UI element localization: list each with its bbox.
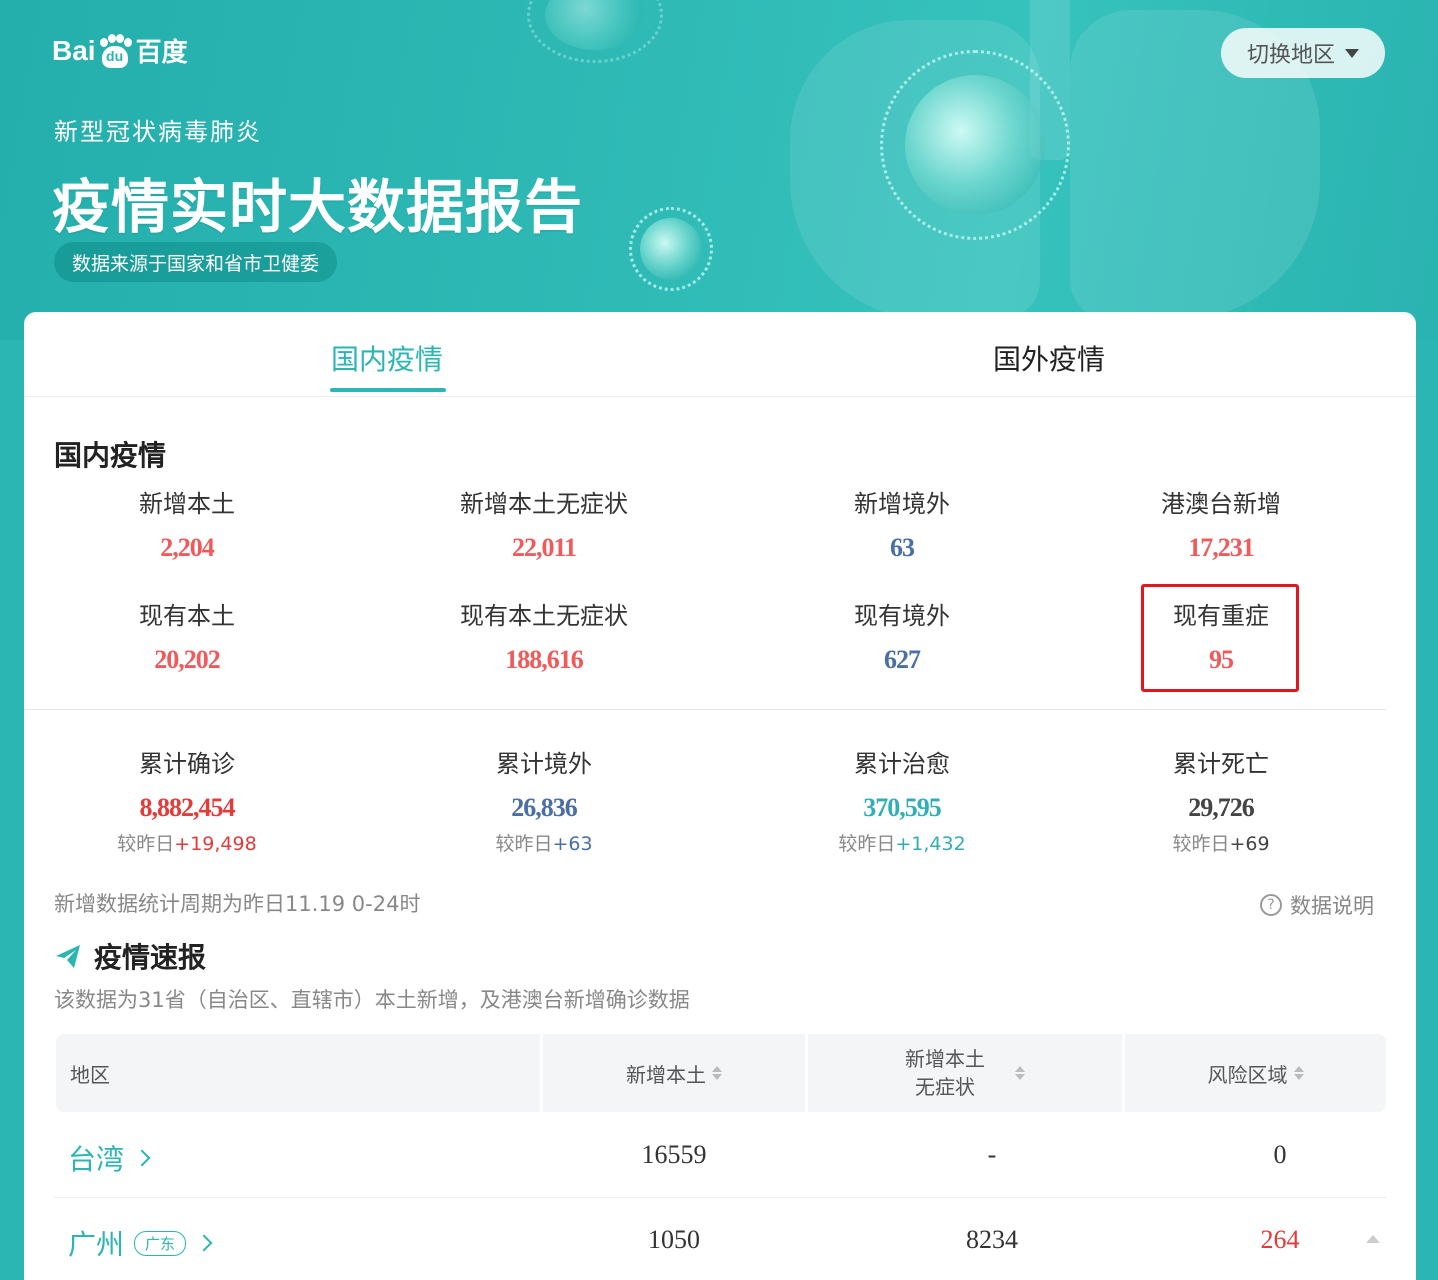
stat-label: 现有本土 bbox=[139, 602, 235, 630]
stat-new-local-asymptomatic: 新增本土无症状 22,011 bbox=[404, 484, 684, 563]
stat-value: 26,836 bbox=[511, 793, 578, 822]
virus-illustration bbox=[628, 206, 714, 292]
table-row[interactable]: 广州 广东 1050 8234 264 bbox=[54, 1199, 1386, 1280]
switch-region-label: 切换地区 bbox=[1246, 43, 1335, 68]
stat-label: 现有本土无症状 bbox=[460, 602, 628, 630]
chevron-right-icon bbox=[195, 1234, 213, 1252]
table-header: 地区 新增本土 新增本土 无症状 风险区域 bbox=[56, 1034, 1386, 1112]
stat-new-imported: 新增境外 63 bbox=[762, 484, 1042, 563]
col-header-new-local[interactable]: 新增本土 bbox=[543, 1034, 805, 1112]
cell-new-asymptomatic: - bbox=[987, 1140, 997, 1169]
question-icon: ? bbox=[1260, 894, 1282, 916]
chevron-right-icon bbox=[133, 1149, 151, 1167]
divider bbox=[24, 709, 1386, 710]
collapse-icon[interactable] bbox=[1366, 1235, 1380, 1243]
stat-label: 新增本土 bbox=[139, 490, 235, 518]
stat-value: 63 bbox=[890, 533, 915, 562]
data-explain-label: 数据说明 bbox=[1290, 894, 1374, 918]
news-title-label: 疫情速报 bbox=[94, 941, 207, 974]
cell-risk: 264 bbox=[1260, 1225, 1300, 1254]
sort-icon bbox=[1015, 1066, 1025, 1080]
stat-current-local: 现有本土 20,202 bbox=[47, 596, 327, 675]
stat-current-local-asymptomatic: 现有本土无症状 188,616 bbox=[404, 596, 684, 675]
region-link[interactable]: 广州 广东 bbox=[68, 1223, 213, 1263]
tab-domestic[interactable]: 国内疫情 bbox=[331, 338, 443, 378]
stat-value: 627 bbox=[884, 645, 921, 674]
paper-plane-icon bbox=[56, 945, 80, 968]
stat-total-confirmed: 累计确诊 8,882,454 较昨日+19,498 bbox=[47, 744, 327, 856]
sort-icon bbox=[1293, 1066, 1304, 1080]
page-subtitle: 新型冠状病毒肺炎 bbox=[54, 118, 262, 146]
news-description: 该数据为31省（自治区、直辖市）本土新增，及港澳台新增确诊数据 bbox=[54, 988, 690, 1012]
paw-icon: du bbox=[98, 33, 132, 68]
stat-new-local: 新增本土 2,204 bbox=[47, 484, 327, 563]
caret-down-icon bbox=[1345, 48, 1359, 58]
stat-delta: 较昨日+69 bbox=[1172, 833, 1270, 855]
baidu-logo[interactable]: Bai du 百度 bbox=[52, 32, 188, 69]
cell-risk: 0 bbox=[1273, 1140, 1287, 1169]
stat-value: 29,726 bbox=[1188, 793, 1255, 822]
province-tag: 广东 bbox=[134, 1230, 187, 1256]
cell-new-local: 16559 bbox=[641, 1140, 707, 1169]
sort-icon bbox=[712, 1066, 722, 1080]
tab-foreign[interactable]: 国外疫情 bbox=[993, 338, 1105, 378]
cell-new-local: 1050 bbox=[648, 1225, 700, 1254]
stat-value: 2,204 bbox=[160, 533, 215, 562]
virus-illustration bbox=[527, 0, 663, 63]
news-section-title: 疫情速报 bbox=[54, 936, 206, 976]
active-tab-indicator bbox=[330, 388, 446, 392]
stat-label: 新增境外 bbox=[854, 490, 950, 518]
stat-value: 188,616 bbox=[505, 645, 584, 674]
stat-new-hmt: 港澳台新增 17,231 bbox=[1081, 484, 1361, 563]
region-name: 广州 bbox=[68, 1228, 125, 1261]
hero-banner: Bai du 百度 切换地区 新型冠状病毒肺炎 疫情实时大数据报告 数据来源于国… bbox=[0, 0, 1438, 340]
stat-label: 累计死亡 bbox=[1173, 750, 1269, 778]
tab-bar: 国内疫情 国外疫情 bbox=[24, 312, 1416, 397]
switch-region-button[interactable]: 切换地区 bbox=[1221, 28, 1385, 78]
table-row[interactable]: 台湾 16559 - 0 bbox=[54, 1114, 1386, 1198]
stat-label: 港澳台新增 bbox=[1161, 490, 1281, 518]
highlight-box bbox=[1141, 584, 1299, 692]
stat-period-note: 新增数据统计周期为昨日11.19 0-24时 bbox=[54, 892, 421, 916]
stat-label: 现有境外 bbox=[854, 602, 950, 630]
virus-illustration bbox=[879, 49, 1071, 241]
region-name: 台湾 bbox=[68, 1143, 125, 1176]
section-title: 国内疫情 bbox=[54, 439, 167, 472]
stat-delta: 较昨日+1,432 bbox=[838, 833, 966, 855]
col-header-risk[interactable]: 风险区域 bbox=[1125, 1034, 1386, 1112]
stat-current-imported: 现有境外 627 bbox=[762, 596, 1042, 675]
stat-label: 累计境外 bbox=[496, 750, 592, 778]
stat-label: 累计确诊 bbox=[139, 750, 235, 778]
stat-total-cured: 累计治愈 370,595 较昨日+1,432 bbox=[762, 744, 1042, 856]
cell-new-asymptomatic: 8234 bbox=[966, 1225, 1018, 1254]
stat-value: 20,202 bbox=[154, 645, 221, 674]
region-link[interactable]: 台湾 bbox=[68, 1138, 151, 1178]
stat-value: 8,882,454 bbox=[139, 793, 236, 822]
stat-total-imported: 累计境外 26,836 较昨日+63 bbox=[404, 744, 684, 856]
stat-label: 累计治愈 bbox=[854, 750, 950, 778]
stat-value: 370,595 bbox=[863, 793, 942, 822]
data-explain-link[interactable]: ? 数据说明 bbox=[1260, 890, 1374, 920]
stat-value: 17,231 bbox=[1188, 533, 1255, 562]
logo-du: du bbox=[106, 47, 124, 64]
stat-label: 新增本土无症状 bbox=[460, 490, 628, 518]
col-header-area: 地区 bbox=[56, 1034, 540, 1112]
stat-value: 22,011 bbox=[511, 533, 577, 562]
stat-total-deaths: 累计死亡 29,726 较昨日+69 bbox=[1081, 744, 1361, 856]
logo-cn: 百度 bbox=[135, 38, 188, 68]
main-card: 国内疫情 国外疫情 国内疫情 新增本土 2,204 新增本土无症状 22,011… bbox=[24, 312, 1416, 1280]
stat-delta: 较昨日+19,498 bbox=[117, 833, 257, 855]
data-source-badge: 数据来源于国家和省市卫健委 bbox=[54, 242, 338, 282]
logo-text: Bai bbox=[52, 34, 96, 66]
col-header-new-asymptomatic[interactable]: 新增本土 无症状 bbox=[808, 1034, 1122, 1112]
stat-delta: 较昨日+63 bbox=[495, 833, 593, 855]
page-title: 疫情实时大数据报告 bbox=[52, 173, 584, 241]
